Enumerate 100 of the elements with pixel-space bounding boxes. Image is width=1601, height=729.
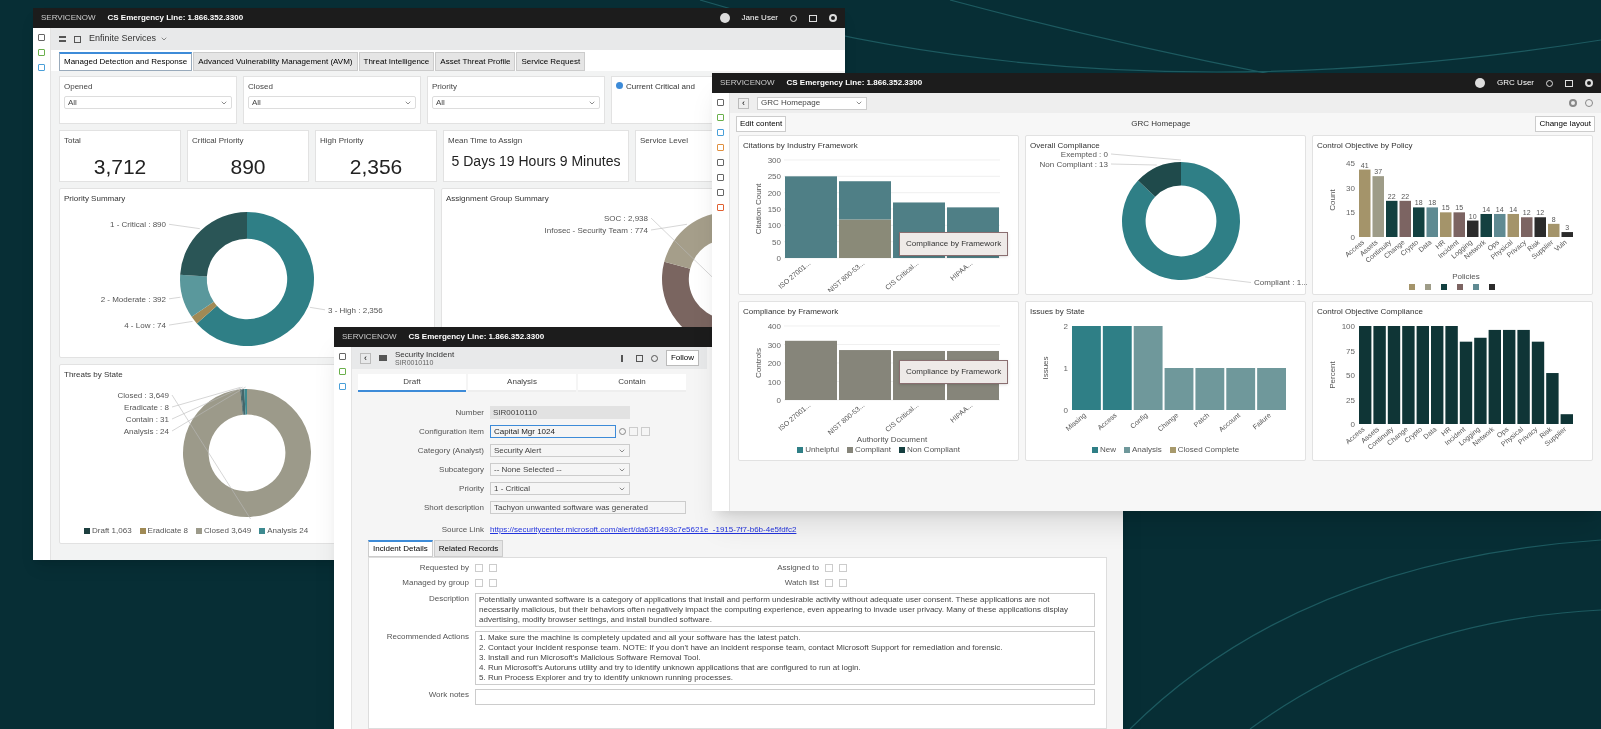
tick-label: 200 bbox=[767, 188, 781, 198]
chart-bar bbox=[784, 340, 837, 400]
chart-bar bbox=[1194, 368, 1224, 410]
nav-icon[interactable] bbox=[339, 368, 346, 375]
field-label: Description bbox=[428, 593, 469, 605]
panel-title: Control Objective by Policy bbox=[1317, 140, 1413, 152]
dashboard-tab[interactable]: Service Request bbox=[516, 52, 586, 71]
select-field[interactable]: -- None Selected -- bbox=[490, 463, 630, 476]
description-field[interactable]: Potentially unwanted software is a category of applications that install and perform undesirable activity without adequate user consent. These applications are not necessarily malicious, but their behaviors often negatively impact the computing experience, even appearing to invade user privacy. Many of these applications display advertising, modify browser settings, and install bundled software. bbox=[475, 593, 1095, 627]
panel-title: Priority Summary bbox=[64, 193, 126, 205]
kpi-label: Critical Priority bbox=[192, 135, 244, 147]
legend-label: Closed Complete bbox=[1177, 444, 1240, 456]
tick-label: 100 bbox=[767, 377, 781, 387]
legend-label: Unhelpful bbox=[805, 444, 839, 456]
edit-content-button[interactable]: Edit content bbox=[736, 116, 787, 132]
leader-line bbox=[1110, 163, 1157, 166]
field-label: Managed by group bbox=[401, 577, 469, 589]
tick-label: 250 bbox=[767, 172, 781, 182]
tick-label: 100 bbox=[767, 221, 781, 231]
tick-label: 30 bbox=[1345, 183, 1355, 193]
page-select[interactable]: GRC Homepage bbox=[757, 96, 867, 110]
field-label: Number bbox=[454, 406, 484, 419]
field-label: Requested by bbox=[418, 562, 469, 574]
field-label: Assigned to bbox=[776, 562, 819, 574]
nav-icon[interactable] bbox=[717, 159, 724, 166]
recommendation-field[interactable] bbox=[475, 631, 1095, 685]
axis-title: Authority Document bbox=[856, 435, 927, 444]
panel-title: Compliance by Framework bbox=[743, 306, 839, 318]
nav-icon[interactable] bbox=[717, 204, 724, 211]
avatar-icon[interactable] bbox=[719, 13, 730, 23]
kpi-label: Mean Time to Assign bbox=[448, 135, 523, 147]
tick-label: 200 bbox=[767, 359, 781, 368]
nav-icon[interactable] bbox=[339, 353, 346, 360]
user-menu[interactable]: Jane User bbox=[741, 12, 778, 24]
nav-icon[interactable] bbox=[339, 383, 346, 390]
leader-line bbox=[1204, 276, 1251, 283]
caret-icon[interactable] bbox=[855, 99, 863, 107]
leader-line bbox=[309, 307, 326, 311]
emergency-line: CS Emergency Line: 1.866.352.3300 bbox=[408, 331, 545, 343]
select-field[interactable]: 1 - Critical bbox=[490, 482, 630, 495]
nav-icon[interactable] bbox=[38, 34, 45, 41]
follow-button[interactable]: Follow bbox=[665, 350, 699, 366]
grid-icon[interactable] bbox=[74, 35, 81, 43]
tick-label: 0 bbox=[776, 396, 781, 405]
dashboard-tab[interactable]: Advanced Vulnerability Management (AVM) bbox=[193, 52, 358, 71]
leader-line bbox=[168, 321, 193, 326]
form-tab[interactable]: Incident Details bbox=[368, 540, 433, 557]
form-tab[interactable]: Related Records bbox=[433, 540, 504, 557]
chat-icon[interactable] bbox=[1565, 79, 1573, 87]
back-button[interactable]: ‹ bbox=[360, 352, 371, 364]
axis-title: Policies bbox=[1451, 272, 1480, 281]
dashboard-tab[interactable]: Threat Intelligence bbox=[358, 52, 435, 71]
filter-select[interactable]: All bbox=[248, 96, 416, 109]
lookup-field[interactable]: Capital Mgr 1024 bbox=[490, 425, 616, 438]
filter-select[interactable]: All bbox=[432, 96, 600, 109]
user-menu[interactable]: GRC User bbox=[1497, 77, 1534, 89]
nav-icon[interactable] bbox=[717, 144, 724, 151]
text-field[interactable]: Tachyon unwanted software was generated bbox=[490, 501, 686, 514]
tick-label: 100 bbox=[1341, 322, 1355, 331]
tick-label: 400 bbox=[767, 322, 781, 331]
change-layout-button[interactable]: Change layout bbox=[1535, 116, 1595, 132]
nav-icon[interactable] bbox=[717, 189, 724, 196]
nav-icon[interactable] bbox=[38, 49, 45, 56]
radio-button[interactable] bbox=[616, 82, 623, 89]
axis-title: Issues bbox=[1040, 356, 1050, 380]
source-link[interactable]: https://securitycenter.microsoft.com/alert/da63f1493c7e5621e_-1915-7f7-b6b-4e5fdfc2 bbox=[490, 524, 797, 536]
dashboard-tab[interactable]: Managed Detection and Response bbox=[59, 52, 193, 71]
tick-label: 0 bbox=[1350, 420, 1355, 429]
filter-select[interactable]: All bbox=[64, 96, 232, 109]
work-notes-field[interactable] bbox=[475, 689, 1095, 705]
process-step[interactable]: Draft bbox=[358, 374, 466, 392]
chart-label: 3 - High : 2,356 bbox=[328, 305, 383, 315]
chart-label: Analysis : 24 bbox=[123, 427, 169, 436]
legend-label: Analysis 24 bbox=[267, 525, 309, 537]
chart-label: 2 - Moderate : 392 bbox=[100, 294, 166, 304]
tick-label: 25 bbox=[1345, 395, 1355, 405]
caret-icon[interactable] bbox=[160, 35, 169, 43]
back-button[interactable]: ‹ bbox=[738, 97, 749, 109]
dashboard-tab[interactable]: Asset Threat Profile bbox=[435, 52, 516, 71]
legend-label: New bbox=[1099, 444, 1116, 456]
logo-text: SERVICENOW bbox=[720, 77, 775, 89]
nav-icon[interactable] bbox=[717, 114, 724, 121]
avatar-icon[interactable] bbox=[1475, 78, 1486, 88]
process-step[interactable]: Contain bbox=[578, 374, 686, 392]
nav-icon[interactable] bbox=[717, 99, 724, 106]
chart-bar bbox=[1534, 217, 1546, 237]
tick-label: 50 bbox=[1345, 371, 1355, 380]
select-field[interactable]: Security Alert bbox=[490, 444, 630, 457]
chart-tooltip: Compliance by Framework bbox=[899, 232, 1009, 256]
activity-icon[interactable] bbox=[635, 354, 643, 362]
nav-icon[interactable] bbox=[717, 129, 724, 136]
nav-icon[interactable] bbox=[38, 64, 45, 71]
chat-icon[interactable] bbox=[809, 14, 817, 22]
process-step[interactable]: Analysis bbox=[468, 374, 576, 392]
record-icon bbox=[379, 355, 387, 361]
record-type: Security Incident bbox=[395, 350, 455, 359]
kpi-value: 890 bbox=[229, 154, 267, 180]
menu-icon[interactable] bbox=[59, 36, 66, 42]
nav-icon[interactable] bbox=[717, 174, 724, 181]
dashboard-select[interactable]: Enfinite Services bbox=[89, 32, 169, 46]
